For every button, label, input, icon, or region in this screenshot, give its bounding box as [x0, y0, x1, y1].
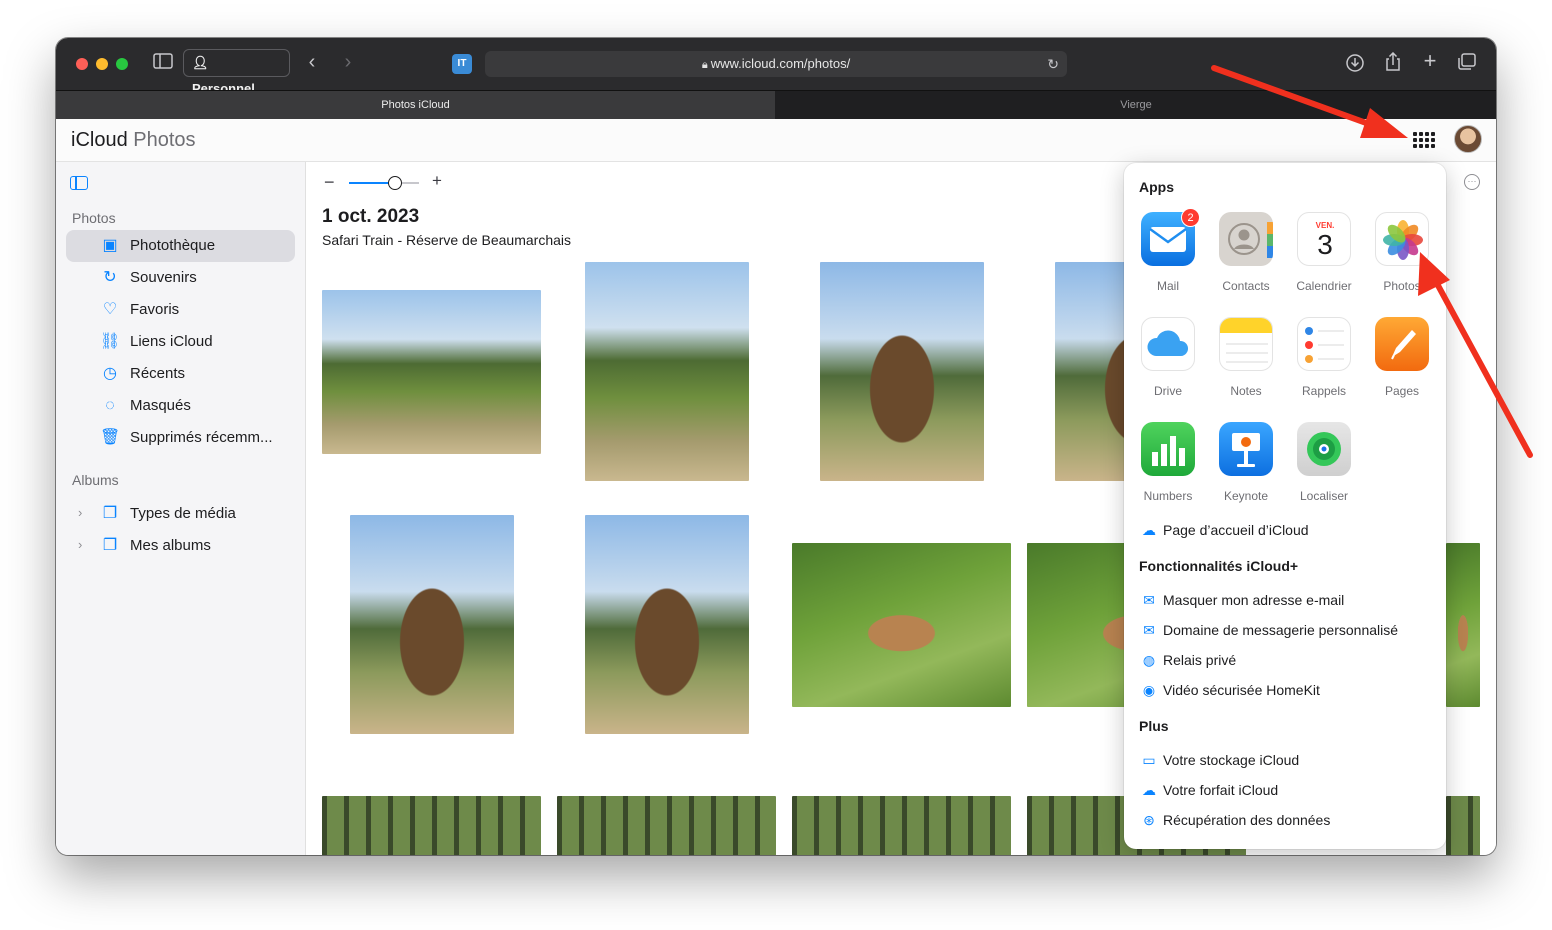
annotation-arrows	[1211, 65, 1533, 458]
arrow-to-app-grid	[1211, 65, 1408, 138]
arrow-to-photos-app	[1418, 252, 1533, 458]
screenshot-stage: 👤︎ Personnel⌄ ‹ › IT 🔒︎ www.icloud.com/p…	[0, 0, 1552, 930]
